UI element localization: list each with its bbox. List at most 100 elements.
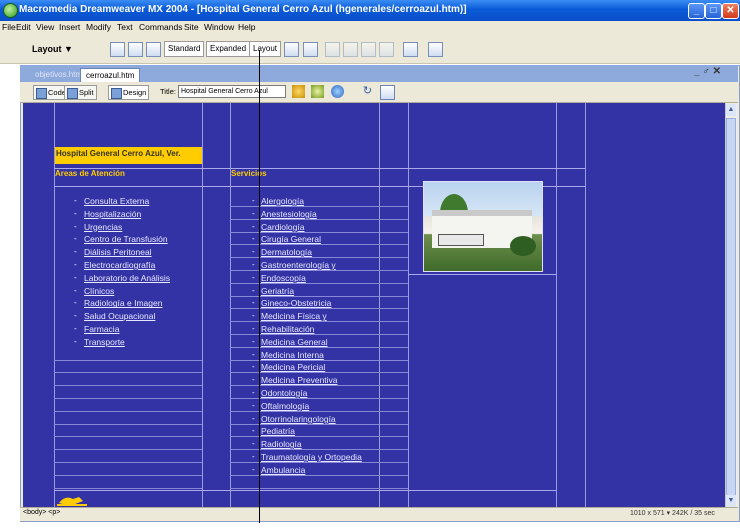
table-row-icon[interactable]: [325, 42, 340, 57]
area-link[interactable]: Diálisis Peritoneal: [84, 247, 152, 257]
title-bar: Macromedia Dreamweaver MX 2004 - [Hospit…: [0, 0, 740, 21]
table-insert-icon[interactable]: [361, 42, 376, 57]
layout-cell-icon[interactable]: [303, 42, 318, 57]
service-link[interactable]: Alergología: [261, 196, 304, 206]
menu-site[interactable]: Site: [184, 22, 199, 32]
service-link[interactable]: Radiología: [261, 439, 302, 449]
close-icon[interactable]: ✕: [722, 3, 739, 19]
service-link[interactable]: Pediatría: [261, 426, 295, 436]
dreamweaver-app-icon[interactable]: [3, 3, 18, 18]
list-bullet: -: [252, 196, 255, 205]
check-browser-icon[interactable]: [311, 85, 324, 98]
table-border: [556, 103, 557, 507]
service-link[interactable]: Rehabilitación: [261, 324, 314, 334]
tab-cerroazul[interactable]: cerroazul.htm: [80, 68, 141, 82]
service-link[interactable]: Medicina Preventiva: [261, 375, 338, 385]
document-window-controls[interactable]: _ ♂ ✕: [694, 66, 721, 77]
service-link[interactable]: Otorrinolaringología: [261, 414, 336, 424]
service-link[interactable]: Gineco-Obstetricia: [261, 298, 331, 308]
menu-file[interactable]: File: [2, 22, 16, 32]
tag-selector[interactable]: <body> <p>: [23, 509, 60, 516]
split-view-button[interactable]: Split: [64, 85, 97, 100]
service-link[interactable]: Dermatología: [261, 247, 312, 257]
area-link[interactable]: Radiología e Imagen: [84, 298, 162, 308]
table-column-icon[interactable]: [343, 42, 358, 57]
area-link[interactable]: Electrocardiografía: [84, 260, 155, 270]
table-row-line: [230, 218, 408, 220]
frames-dropdown-icon[interactable]: [403, 42, 418, 57]
service-link[interactable]: Medicina Pericial: [261, 362, 325, 372]
frame-icon[interactable]: [146, 42, 161, 57]
area-link[interactable]: Transporte: [84, 337, 125, 347]
service-link[interactable]: Cardiología: [261, 222, 304, 232]
services-heading: Servicios: [231, 169, 267, 178]
service-link[interactable]: Cirugía General: [261, 234, 321, 244]
area-link[interactable]: Farmacia: [84, 324, 119, 334]
file-management-icon[interactable]: [292, 85, 305, 98]
standard-mode-button[interactable]: Standard: [164, 41, 205, 57]
area-link[interactable]: Hospitalización: [84, 209, 141, 219]
menu-help[interactable]: Help: [238, 22, 255, 32]
menu-edit[interactable]: Edit: [16, 22, 31, 32]
service-link[interactable]: Medicina Física y: [261, 311, 327, 321]
menu-insert[interactable]: Insert: [59, 22, 80, 32]
service-link[interactable]: Anestesiología: [261, 209, 317, 219]
table-merge-icon[interactable]: [379, 42, 394, 57]
table-row-line: [230, 436, 408, 438]
area-link[interactable]: Clínicos: [84, 286, 114, 296]
menu-view[interactable]: View: [36, 22, 54, 32]
page-title-input[interactable]: Hospital General Cerro Azul: [178, 85, 286, 98]
service-link[interactable]: Geriatría: [261, 286, 294, 296]
maximize-icon[interactable]: □: [705, 3, 722, 19]
footer-logo-icon: [57, 497, 87, 506]
menu-text[interactable]: Text: [117, 22, 133, 32]
area-link[interactable]: Laboratorio de Análisis: [84, 273, 170, 283]
area-link[interactable]: Consulta Externa: [84, 196, 149, 206]
layout-mode-button[interactable]: Layout: [249, 41, 282, 57]
area-link[interactable]: Salud Ocupacional: [84, 311, 155, 321]
menu-commands[interactable]: Commands: [139, 22, 182, 32]
insert-category-dropdown[interactable]: Layout ▼: [32, 44, 73, 54]
minimize-icon[interactable]: _: [688, 3, 705, 19]
table-row-line: [230, 282, 408, 284]
area-link[interactable]: Centro de Transfusión: [84, 234, 168, 244]
layer-icon[interactable]: [128, 42, 143, 57]
layout-table-icon[interactable]: [284, 42, 299, 57]
preview-in-browser-icon[interactable]: [331, 85, 344, 98]
expanded-mode-button[interactable]: Expanded: [206, 41, 251, 57]
scroll-down-icon[interactable]: ▼: [726, 495, 736, 507]
scroll-up-icon[interactable]: ▲: [726, 104, 736, 116]
service-link[interactable]: Endoscopía: [261, 273, 306, 283]
tab-objetivos[interactable]: objetivos.htm: [30, 68, 87, 81]
list-bullet: -: [252, 439, 255, 449]
view-options-icon[interactable]: [380, 85, 395, 100]
service-link[interactable]: Oftalmología: [261, 401, 309, 411]
service-link[interactable]: Odontología: [261, 388, 307, 398]
scroll-thumb[interactable]: [726, 118, 736, 496]
table-row-line: [54, 410, 202, 412]
window-size-status[interactable]: 1010 x 571 ▾ 242K / 35 sec: [630, 509, 715, 517]
table-border: [408, 274, 556, 275]
service-link[interactable]: Medicina Interna: [261, 350, 324, 360]
table-row-line: [230, 449, 408, 451]
service-link[interactable]: Ambulancia: [261, 465, 305, 475]
service-link[interactable]: Traumatología y Ortopedia: [261, 452, 362, 462]
service-link[interactable]: Medicina General: [261, 337, 328, 347]
table-icon[interactable]: [110, 42, 125, 57]
tabular-data-icon[interactable]: [428, 42, 443, 57]
table-row-line: [230, 321, 408, 323]
refresh-icon[interactable]: ↻: [361, 85, 374, 98]
area-link[interactable]: Urgencias: [84, 222, 122, 232]
design-view-button[interactable]: Design: [108, 85, 150, 100]
menu-window[interactable]: Window: [204, 22, 234, 32]
hospital-photo[interactable]: [423, 181, 543, 272]
menu-modify[interactable]: Modify: [86, 22, 111, 32]
list-bullet: -: [252, 260, 255, 269]
hospital-name-heading[interactable]: Hospital General Cerro Azul, Ver.: [55, 147, 202, 164]
areas-heading: Areas de Atención: [55, 169, 125, 178]
design-icon: [111, 88, 122, 99]
table-row-line: [54, 462, 202, 463]
list-bullet: -: [252, 208, 255, 218]
service-link[interactable]: Gastroenterología y: [261, 260, 336, 270]
list-bullet: -: [74, 336, 77, 346]
